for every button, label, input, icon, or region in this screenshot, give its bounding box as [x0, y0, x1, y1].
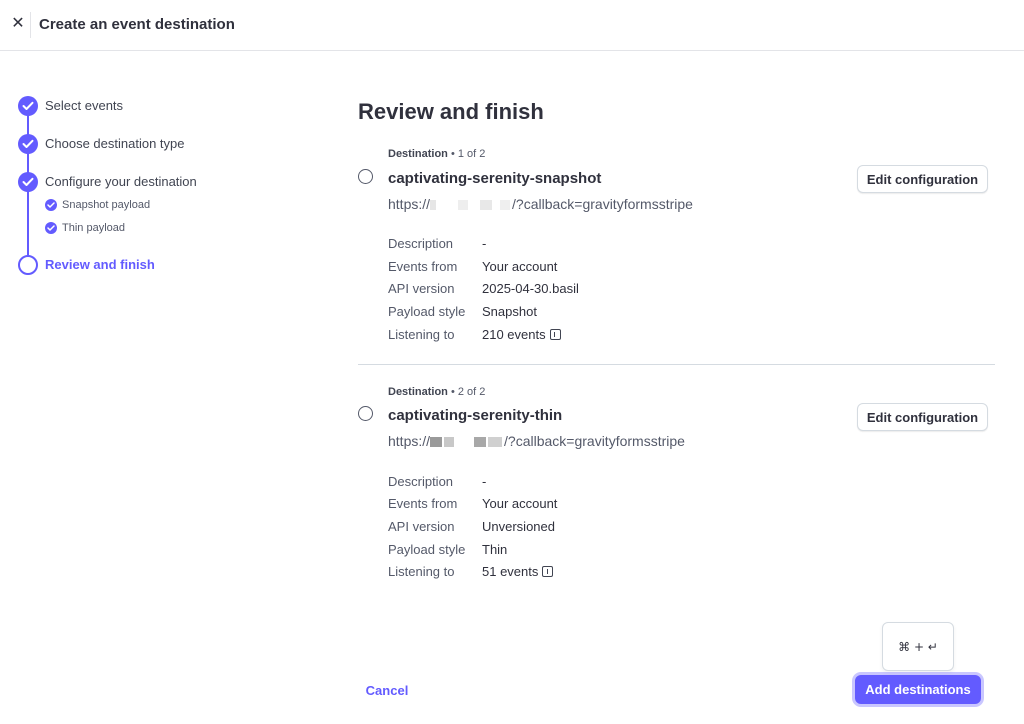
field-label-events-from: Events from — [388, 496, 458, 511]
redacted-segment — [430, 200, 437, 211]
field-label-payload-style: Payload style — [388, 542, 466, 557]
field-label-description: Description — [388, 236, 454, 251]
field-value-api-version: Unversioned — [482, 519, 555, 534]
field-label-events-from: Events from — [388, 259, 458, 274]
check-icon — [18, 172, 38, 192]
field-value-listening-to: 210 events — [482, 327, 561, 342]
field-value-api-version: 2025-04-30.basil — [482, 281, 579, 296]
redacted-segment — [480, 200, 493, 211]
field-value-payload-style: Snapshot — [482, 304, 537, 319]
redacted-segment — [444, 437, 455, 448]
page-title: Review and finish — [358, 99, 544, 124]
destination-kicker: Destination • 1 of 2 — [388, 148, 486, 160]
field-label-payload-style: Payload style — [388, 304, 466, 319]
destination-name: captivating-serenity-snapshot — [388, 170, 602, 187]
edit-configuration-button[interactable]: Edit configuration — [857, 165, 988, 193]
field-value-listening-to: 51 events — [482, 564, 554, 579]
destination-radio[interactable] — [358, 169, 373, 184]
page-header: ✕ Create an event destination — [0, 0, 1024, 51]
destination-name: captivating-serenity-thin — [388, 407, 563, 424]
field-value-events-from: Your account — [482, 496, 558, 511]
check-icon — [18, 96, 38, 116]
field-label-listening-to: Listening to — [388, 327, 455, 342]
step-label-select-events[interactable]: Select events — [45, 98, 123, 113]
substep-label-thin-payload[interactable]: Thin payload — [62, 222, 125, 234]
field-label-description: Description — [388, 474, 454, 489]
page-header-title: Create an event destination — [39, 16, 235, 33]
check-icon — [45, 199, 57, 211]
current-step-icon — [18, 255, 38, 275]
step-label-review-and-finish: Review and finish — [45, 257, 155, 272]
substep-label-snapshot-payload[interactable]: Snapshot payload — [62, 199, 150, 211]
field-label-api-version: API version — [388, 519, 455, 534]
redacted-segment — [500, 200, 511, 211]
info-icon[interactable] — [549, 329, 561, 340]
field-value-events-from: Your account — [482, 259, 558, 274]
stepper-connector — [27, 190, 29, 258]
check-icon — [18, 134, 38, 154]
cancel-button[interactable]: Cancel — [355, 676, 419, 704]
header-divider — [30, 12, 31, 38]
redacted-segment — [458, 200, 469, 211]
step-label-configure-destination[interactable]: Configure your destination — [45, 174, 197, 189]
field-value-description: - — [482, 236, 487, 251]
add-destinations-button[interactable]: Add destinations — [855, 675, 981, 704]
keyboard-shortcut-tooltip: ⌘ + ↵ — [882, 622, 954, 671]
redacted-segment — [474, 437, 487, 448]
destination-url: https:///?callback=gravityformsstripe — [388, 196, 693, 212]
check-icon — [45, 222, 57, 234]
field-label-listening-to: Listening to — [388, 564, 455, 579]
redacted-segment — [488, 437, 503, 448]
info-icon[interactable] — [542, 566, 554, 577]
destination-radio[interactable] — [358, 406, 373, 421]
field-value-description: - — [482, 474, 487, 489]
close-icon[interactable]: ✕ — [8, 14, 28, 34]
redacted-segment — [430, 437, 443, 448]
edit-configuration-button[interactable]: Edit configuration — [857, 403, 988, 431]
destination-url: https:///?callback=gravityformsstripe — [388, 433, 685, 449]
destination-kicker: Destination • 2 of 2 — [388, 386, 486, 398]
destination-divider — [358, 364, 995, 365]
step-label-choose-destination-type[interactable]: Choose destination type — [45, 136, 184, 151]
field-value-payload-style: Thin — [482, 542, 508, 557]
field-label-api-version: API version — [388, 281, 455, 296]
